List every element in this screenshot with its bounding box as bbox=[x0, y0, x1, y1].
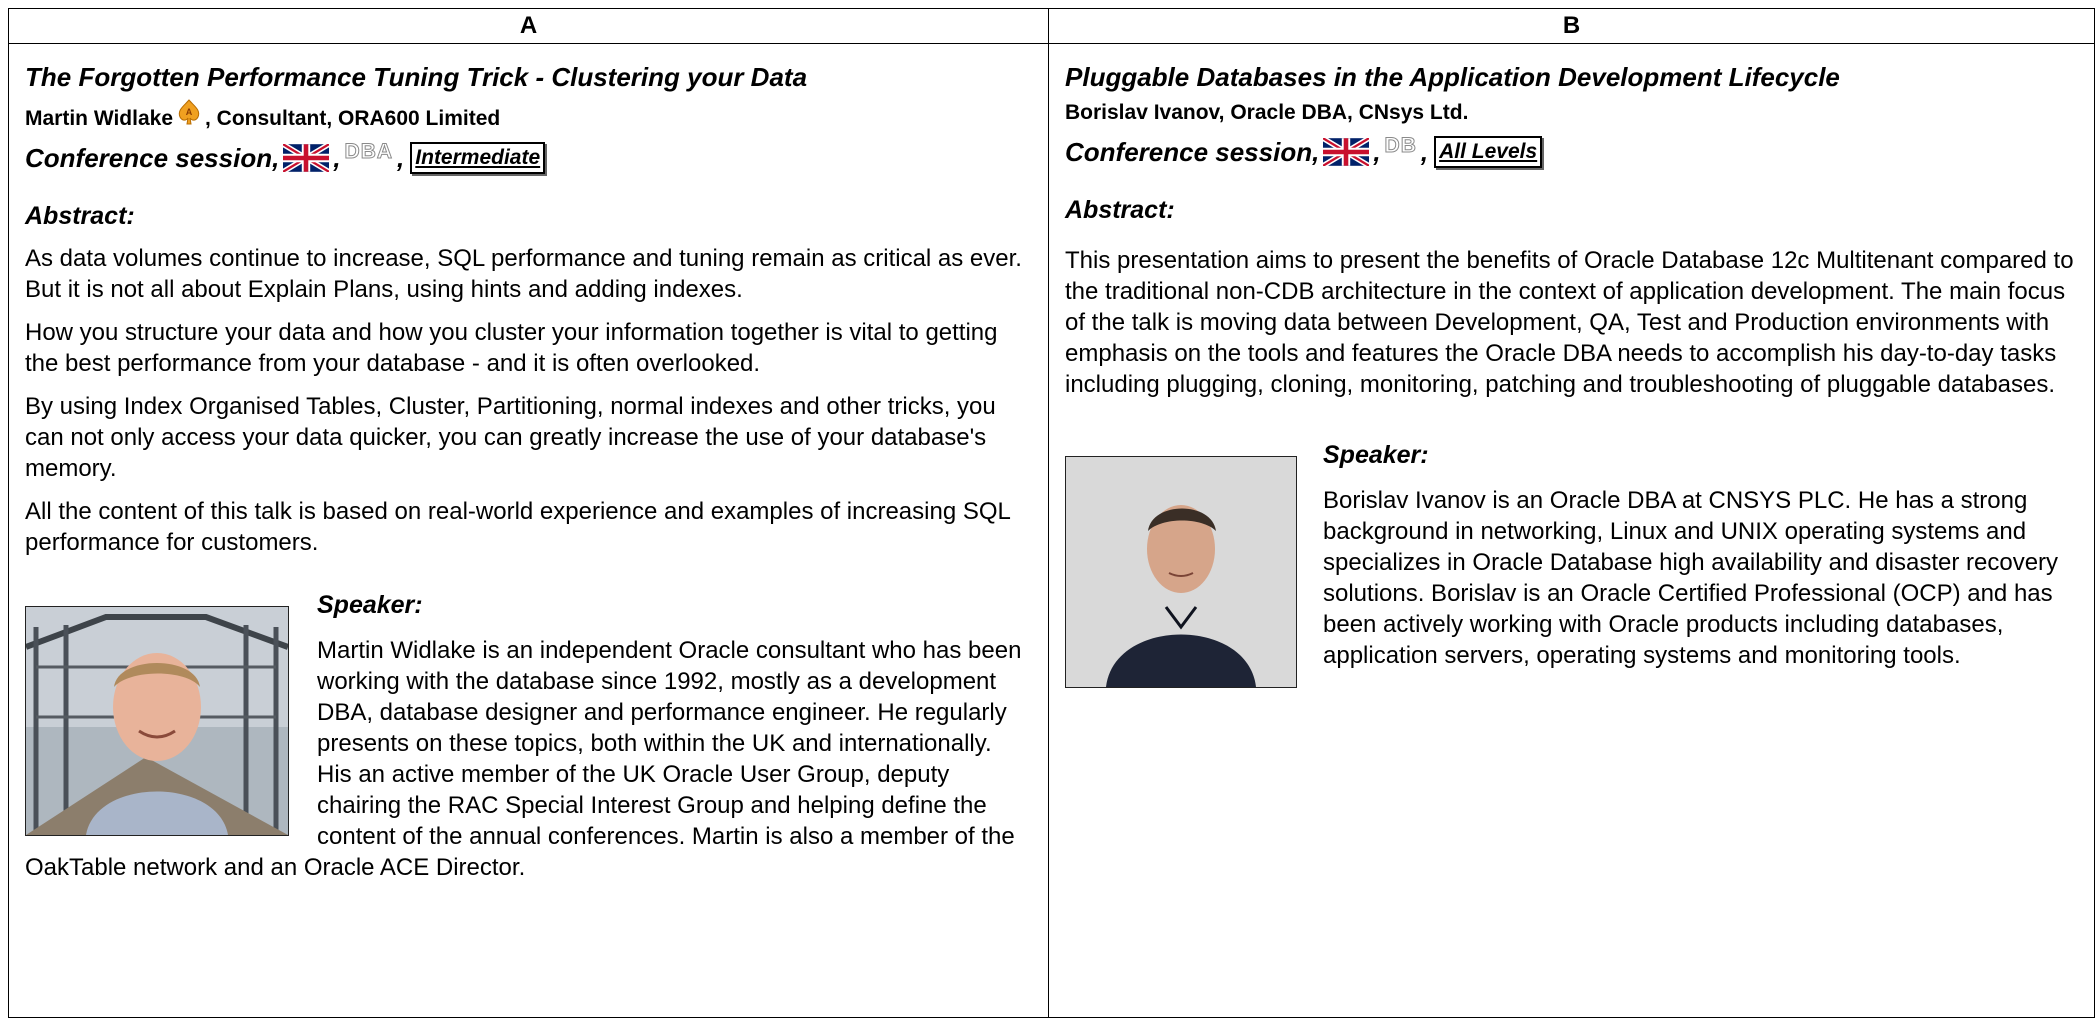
separator: , bbox=[1373, 137, 1381, 167]
speaker-photo-borislav bbox=[1065, 456, 1297, 688]
speaker-line: Borislav Ivanov, Oracle DBA, CNsys Ltd. bbox=[1065, 98, 2078, 128]
speaker-affiliation: , Consultant, ORA600 Limited bbox=[205, 107, 501, 130]
session-info: Conference session, , DB , All Levels bbox=[1065, 134, 2078, 170]
session-type: Conference session, bbox=[25, 143, 280, 173]
abstract-paragraph: As data volumes continue to increase, SQ… bbox=[25, 245, 1022, 303]
column-header-a: A bbox=[8, 8, 1049, 44]
session-table: A B The Forgotten Performance Tuning Tri… bbox=[8, 8, 2095, 1018]
oracle-ace-icon: A bbox=[178, 99, 200, 125]
session-title: Pluggable Databases in the Application D… bbox=[1065, 62, 1840, 92]
session-title: The Forgotten Performance Tuning Trick -… bbox=[25, 62, 808, 92]
dba-track-icon: DBA bbox=[344, 140, 394, 164]
abstract-paragraph: All the content of this talk is based on… bbox=[25, 498, 1010, 556]
separator: , bbox=[333, 143, 341, 173]
column-header-b: B bbox=[1048, 8, 2095, 44]
session-cell-a: The Forgotten Performance Tuning Trick -… bbox=[8, 43, 1049, 1018]
abstract-paragraph: By using Index Organised Tables, Cluster… bbox=[25, 393, 996, 482]
session-type: Conference session, bbox=[1065, 137, 1320, 167]
session-info: Conference session, , DBA , Intermediate bbox=[25, 140, 1032, 176]
db-track-icon: DB bbox=[1384, 134, 1417, 158]
speaker-section: Speaker: Martin Widlake is an independen… bbox=[25, 590, 1032, 883]
svg-text:A: A bbox=[186, 107, 193, 117]
speaker-line: Martin Widlake A , Consultant, ORA600 Li… bbox=[25, 99, 1032, 134]
abstract-paragraph: How you structure your data and how you … bbox=[25, 319, 998, 377]
abstract-heading: Abstract: bbox=[25, 202, 135, 230]
uk-flag-icon bbox=[283, 144, 330, 172]
speaker-section: Speaker: Borislav Ivanov is an Oracle DB… bbox=[1065, 440, 2078, 688]
level-badge: Intermediate bbox=[410, 142, 546, 174]
separator: , bbox=[1420, 137, 1429, 167]
session-cell-b: Pluggable Databases in the Application D… bbox=[1048, 43, 2095, 1018]
abstract-heading: Abstract: bbox=[1065, 196, 1175, 224]
separator: , bbox=[397, 143, 405, 173]
uk-flag-icon bbox=[1323, 138, 1370, 166]
abstract-paragraph: This presentation aims to present the be… bbox=[1065, 247, 2074, 398]
speaker-photo-martin bbox=[25, 606, 289, 836]
speaker-name: Borislav Ivanov, Oracle DBA, CNsys Ltd. bbox=[1065, 101, 1469, 124]
level-badge: All Levels bbox=[1434, 136, 1543, 168]
speaker-name: Martin Widlake bbox=[25, 107, 174, 130]
